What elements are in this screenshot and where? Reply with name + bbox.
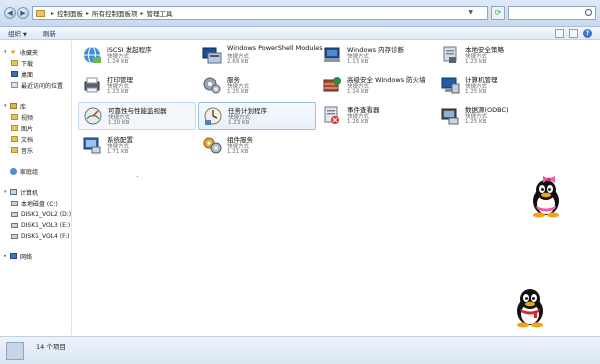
penguin-boy-icon	[517, 289, 543, 328]
sidebar-item-recent[interactable]: 最近访问的位置	[11, 80, 83, 90]
sidebar-item-drive-d[interactable]: DISK1_VOL2 (D:)	[11, 209, 83, 219]
computer-icon	[10, 189, 17, 195]
list-item[interactable]: Windows PowerShell Modules 快捷方式 2.69 KB	[198, 42, 323, 70]
organize-menu[interactable]: 组织 ▼	[8, 28, 27, 38]
search-input[interactable]	[508, 6, 596, 20]
sidebar-item-downloads[interactable]: 下载	[11, 58, 83, 68]
music-folder-icon	[11, 147, 18, 153]
powershell-icon	[202, 47, 222, 64]
chevron-down-icon: ▼	[23, 32, 27, 38]
back-button[interactable]: ◀	[4, 7, 16, 19]
star-icon: ★	[10, 48, 17, 56]
folder-icon	[36, 9, 45, 17]
list-item[interactable]: 高级安全 Windows 防火墙 快捷方式 1.24 KB	[318, 72, 436, 100]
list-item[interactable]: 事件查看器 快捷方式 1.26 KB	[318, 102, 436, 130]
iscsi-icon	[84, 46, 101, 64]
list-item[interactable]: 组件服务 快捷方式 1.21 KB	[198, 132, 316, 160]
sidebar-item-network[interactable]: ▸ 网络	[4, 251, 76, 261]
list-item[interactable]: iSCSI 发起程序 快捷方式 1.24 KB	[78, 42, 196, 70]
item-count: 14 个项目	[36, 343, 66, 351]
navigation-pane: ▾ ★ 收藏夹 下载 桌面 最近访问的位置 ▾ 库 视频 图片 文档 音乐 家庭…	[0, 41, 72, 335]
list-item[interactable]: 可靠性与性能监视器 快捷方式 1.20 KB	[78, 102, 196, 130]
command-bar: 组织 ▼ 刷新 ?	[0, 27, 600, 40]
status-bar: 14 个项目	[0, 336, 600, 364]
print-management-icon	[84, 77, 100, 93]
memory-diagnostic-icon	[324, 47, 340, 62]
list-item[interactable]: Windows 内存诊断 快捷方式 1.13 KB	[318, 42, 436, 70]
system-config-icon	[83, 137, 101, 154]
folder-thumbnail-icon	[6, 342, 24, 360]
breadcrumb-all-items[interactable]: 所有控制面板项	[92, 8, 138, 18]
video-folder-icon	[11, 114, 18, 120]
document-folder-icon	[11, 136, 18, 142]
sidebar-item-music[interactable]: 音乐	[11, 145, 83, 155]
forward-button[interactable]: ▶	[17, 7, 29, 19]
sidebar-item-pictures[interactable]: 图片	[11, 123, 83, 133]
refresh-button[interactable]: 刷新	[43, 28, 56, 38]
penguin-girl-icon	[533, 176, 559, 218]
performance-monitor-icon	[84, 107, 102, 125]
address-bar-row: ◀ ▶ ▸ 控制面板 ▸ 所有控制面板项 ▸ 管理工具 ▼ ⟳	[0, 0, 600, 27]
task-scheduler-icon	[204, 107, 222, 125]
drive-icon	[11, 200, 18, 206]
picture-folder-icon	[11, 125, 18, 131]
drive-icon	[11, 222, 18, 228]
desktop-icon	[11, 71, 18, 77]
download-folder-icon	[11, 60, 18, 66]
drive-icon	[11, 233, 18, 239]
event-viewer-icon	[324, 106, 339, 124]
sidebar-item-videos[interactable]: 视频	[11, 112, 83, 122]
homegroup-icon	[10, 167, 17, 175]
odbc-icon	[441, 108, 459, 125]
security-policy-icon	[443, 46, 457, 63]
firewall-icon	[323, 77, 341, 92]
breadcrumb-admin-tools[interactable]: 管理工具	[147, 8, 173, 18]
refresh-icon[interactable]: ⟳	[491, 6, 505, 20]
network-icon	[10, 253, 17, 259]
sidebar-item-drive-e[interactable]: DISK1_VOL3 (E:)	[11, 220, 83, 230]
sidebar-item-computer[interactable]: ▾ 计算机	[4, 187, 76, 197]
sidebar-item-libraries[interactable]: ▾ 库	[4, 101, 76, 111]
help-icon[interactable]: ?	[583, 29, 592, 38]
breadcrumb-control-panel[interactable]: 控制面板	[57, 8, 83, 18]
list-item[interactable]: 打印管理 快捷方式 1.23 KB	[78, 72, 196, 100]
recent-places-icon	[11, 82, 18, 88]
component-services-icon	[203, 137, 222, 154]
sidebar-item-desktop[interactable]: 桌面	[11, 69, 83, 79]
list-item[interactable]: 计算机管理 快捷方式 1.25 KB	[436, 72, 554, 100]
sidebar-item-favorites[interactable]: ▾ ★ 收藏夹	[4, 47, 76, 57]
stray-pixel	[137, 176, 138, 177]
sidebar-item-drive-c[interactable]: 本地磁盘 (C:)	[11, 198, 83, 208]
sidebar-item-documents[interactable]: 文档	[11, 134, 83, 144]
address-bar[interactable]: ▸ 控制面板 ▸ 所有控制面板项 ▸ 管理工具 ▼	[32, 6, 488, 20]
sidebar-item-homegroup[interactable]: 家庭组	[4, 166, 76, 176]
computer-management-icon	[441, 77, 460, 94]
sidebar-item-drive-f[interactable]: DISK1_VOL4 (F:)	[11, 231, 83, 241]
library-icon	[10, 103, 17, 109]
search-icon	[585, 9, 592, 16]
drive-icon	[11, 211, 18, 217]
view-options-icon[interactable]	[555, 29, 564, 38]
list-item[interactable]: 数据源(ODBC) 快捷方式 1.25 KB	[436, 102, 554, 130]
list-item[interactable]: 本地安全策略 快捷方式 1.23 KB	[436, 42, 554, 70]
preview-pane-icon[interactable]	[569, 29, 578, 38]
list-item-selected[interactable]: 任务计划程序 快捷方式 1.23 KB	[198, 102, 316, 130]
services-icon	[203, 77, 221, 94]
list-item[interactable]: 系统配置 快捷方式 1.71 KB	[78, 132, 196, 160]
address-dropdown-icon[interactable]: ▼	[468, 9, 473, 16]
list-item[interactable]: 服务 快捷方式 1.25 KB	[198, 72, 316, 100]
